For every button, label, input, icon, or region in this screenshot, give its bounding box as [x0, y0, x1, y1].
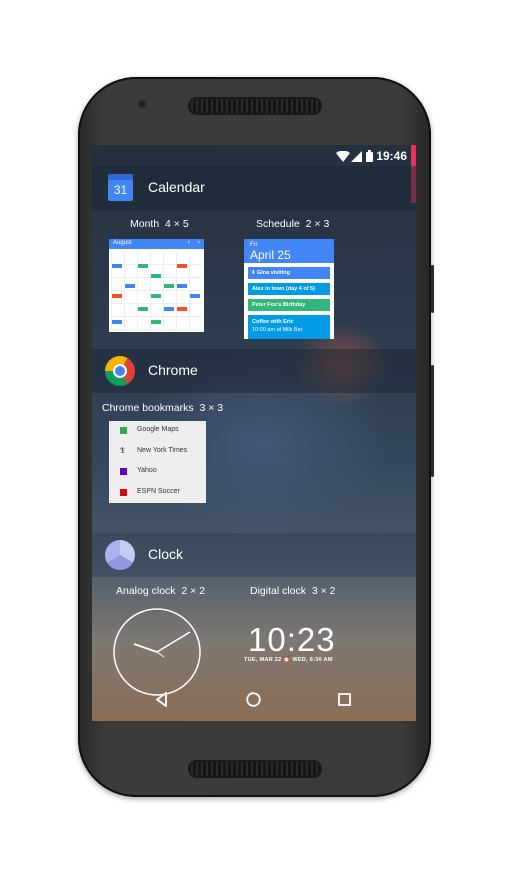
- widget-label-digital-clock: Digital clock 3 × 2: [250, 585, 336, 597]
- bottom-speaker: [188, 760, 322, 778]
- maps-icon: [120, 427, 127, 434]
- front-camera: [137, 99, 147, 109]
- status-bar: 19:46: [92, 145, 416, 167]
- espn-icon: [120, 489, 127, 496]
- battery-icon: [366, 150, 373, 165]
- schedule-widget-preview[interactable]: Fri April 25 ⬇ Gina visiting Alex in tow…: [244, 239, 334, 339]
- bookmark-item[interactable]: Yahoo: [109, 462, 206, 482]
- wifi-icon: [336, 150, 350, 165]
- schedule-event[interactable]: ⬇ Gina visiting: [248, 267, 330, 279]
- home-icon[interactable]: [246, 692, 261, 712]
- calendar-icon: 31: [108, 174, 133, 201]
- app-header-clock: Clock: [92, 533, 416, 577]
- schedule-event[interactable]: Coffee with Eric 10:00 am at Milk Bar: [248, 315, 330, 339]
- digital-clock-date: TUE, MAR 22 ⏰ WED, 6:30 AM: [244, 657, 333, 663]
- power-button: [431, 265, 434, 313]
- month-widget-preview[interactable]: August ‹ ›: [109, 239, 204, 332]
- yahoo-icon: [120, 468, 127, 475]
- month-prev-icon: ‹: [187, 239, 190, 246]
- volume-button: [431, 365, 434, 477]
- app-header-chrome: Chrome: [92, 349, 416, 393]
- month-title: August: [113, 240, 132, 246]
- status-time: 19:46: [376, 149, 407, 163]
- schedule-event[interactable]: Alex in town (day 4 of 5): [248, 283, 330, 295]
- schedule-date: April 25: [250, 248, 291, 262]
- schedule-day: Fri: [250, 241, 258, 248]
- back-icon[interactable]: [155, 691, 168, 712]
- month-next-icon: ›: [197, 239, 200, 246]
- bookmark-item[interactable]: Google Maps: [109, 421, 206, 441]
- bookmarks-widget-preview[interactable]: Google Maps 𝕿 New York Times Yahoo ESPN …: [109, 421, 206, 503]
- widget-label-bookmarks: Chrome bookmarks 3 × 3: [102, 402, 224, 414]
- bookmark-item[interactable]: ESPN Soccer: [109, 483, 206, 503]
- recents-icon[interactable]: [338, 693, 351, 711]
- signal-icon: [351, 151, 362, 165]
- widget-label-analog-clock: Analog clock 2 × 2: [116, 585, 206, 597]
- navigation-bar: [92, 681, 416, 721]
- app-name-calendar: Calendar: [148, 179, 205, 195]
- nyt-icon: 𝕿: [120, 446, 125, 455]
- bookmark-item[interactable]: 𝕿 New York Times: [109, 442, 206, 462]
- earpiece-speaker: [188, 97, 322, 115]
- app-name-chrome: Chrome: [148, 362, 198, 378]
- clock-app-icon: [105, 540, 135, 570]
- schedule-event[interactable]: Peter Fox's Birthday: [248, 299, 330, 311]
- digital-clock-time[interactable]: 10:23: [248, 621, 336, 659]
- month-grid: [111, 252, 202, 330]
- widget-label-month: Month 4 × 5: [130, 218, 189, 230]
- screen: 19:46 31 Calendar Month 4 × 5 Schedule 2…: [92, 145, 416, 721]
- app-header-calendar: 31 Calendar: [92, 166, 416, 210]
- chrome-icon: [105, 356, 135, 386]
- app-name-clock: Clock: [148, 546, 184, 562]
- widget-label-schedule: Schedule 2 × 3: [256, 218, 330, 230]
